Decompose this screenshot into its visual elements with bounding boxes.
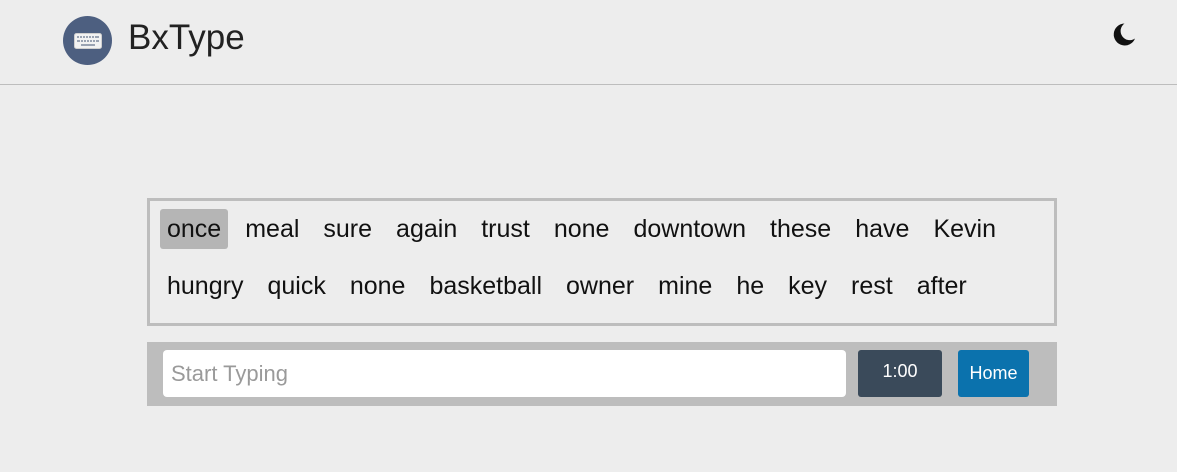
word: sure: [323, 215, 373, 243]
word: owner: [566, 272, 635, 300]
word: none: [349, 272, 406, 300]
word: again: [396, 215, 458, 243]
theme-toggle-button[interactable]: [1108, 20, 1138, 50]
word: have: [855, 215, 910, 243]
word: trust: [481, 215, 530, 243]
word: basketball: [429, 272, 543, 300]
word: meal: [245, 215, 300, 243]
keyboard-icon: [73, 32, 102, 49]
word: quick: [267, 272, 326, 300]
word: these: [770, 215, 832, 243]
word: key: [788, 272, 828, 300]
word: Kevin: [933, 215, 996, 243]
word: mine: [658, 272, 713, 300]
word: after: [916, 272, 967, 300]
input-bar: 1:00 Home: [147, 342, 1057, 406]
moon-icon: [1113, 23, 1135, 46]
header: BxType: [0, 0, 1177, 85]
typing-input[interactable]: [163, 350, 846, 397]
word: he: [736, 272, 765, 300]
brand-title: BxType: [128, 18, 245, 57]
words-display: once meal sure again trust none downtown these h…: [147, 198, 1057, 326]
word: hungry: [167, 272, 244, 300]
word: downtown: [633, 215, 747, 243]
word: rest: [851, 272, 893, 300]
timer-display: 1:00: [858, 350, 942, 397]
current-word: once: [160, 209, 229, 249]
word: none: [553, 215, 610, 243]
home-button[interactable]: Home: [958, 350, 1029, 397]
logo[interactable]: [63, 16, 112, 65]
